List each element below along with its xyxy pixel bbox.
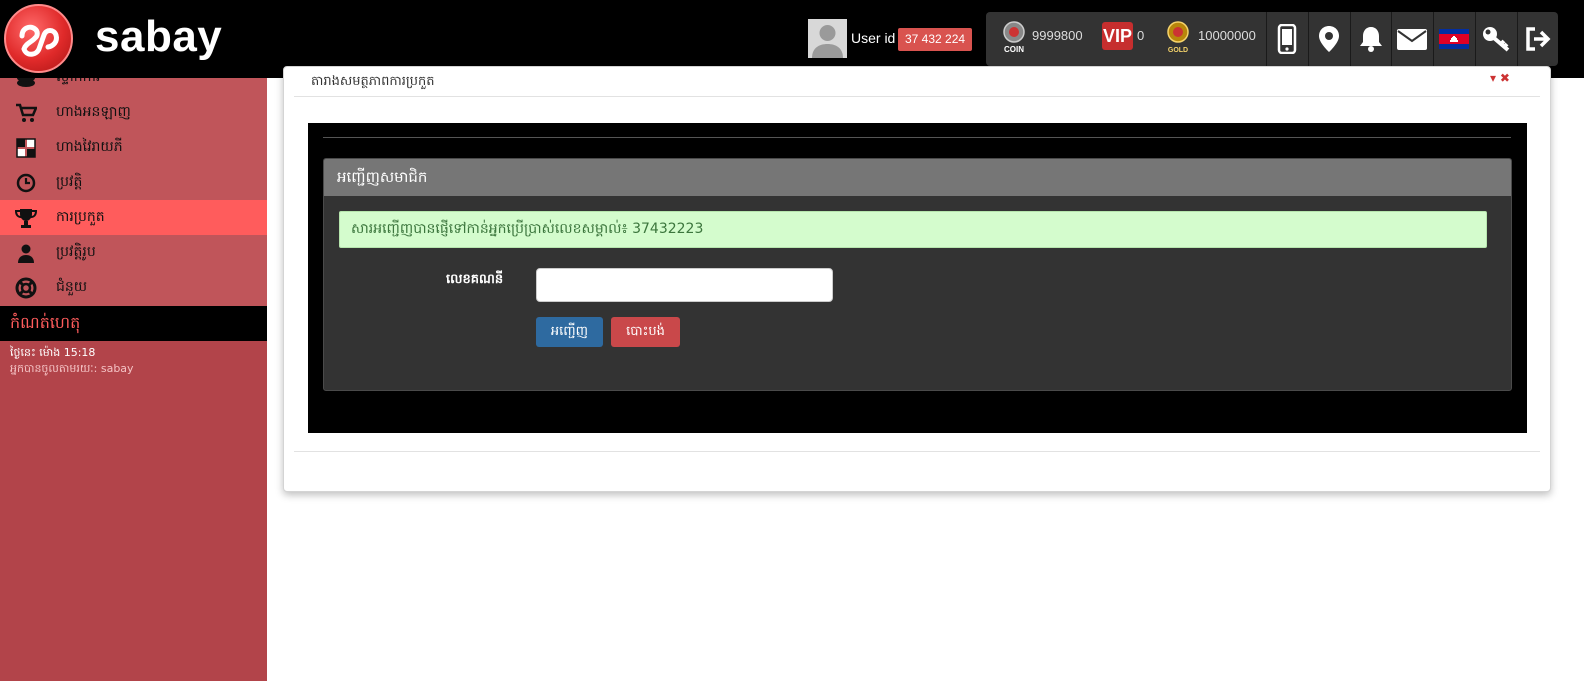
user-icon (14, 242, 38, 264)
sidebar: ស្ទាក់ការ ហាងអនឡាញ ហាងវៃរាយភី ប្រវត្តិ ក… (0, 0, 267, 681)
password-button[interactable] (1475, 12, 1516, 66)
sidebar-item-label: ប្រវត្តិ (56, 174, 83, 190)
sidebar-item-label: ហាងវៃរាយភី (56, 139, 123, 155)
note-time: ថ្ងៃនេះ ម៉ោង 15:18 (10, 346, 96, 359)
sidebar-item-label: ជំនួយ (56, 279, 88, 295)
avatar[interactable] (808, 19, 847, 58)
account-number-input[interactable] (536, 268, 833, 302)
cambodia-flag-icon (1439, 29, 1469, 49)
divider (323, 137, 1511, 138)
sidebar-item-shop[interactable]: ហាងវៃរាយភី (0, 130, 267, 165)
sidebar-item-tournament[interactable]: ការប្រកួត (0, 200, 267, 235)
brand-name[interactable]: sabay (95, 12, 222, 62)
map-marker-icon (1319, 26, 1339, 52)
invite-panel: អញ្ជើញសមាជិក សារអញ្ជើញបានផ្ញើទៅកាន់អ្នកប… (323, 158, 1512, 391)
coins-icon (14, 78, 38, 89)
gold-value: 10000000 (1198, 28, 1256, 43)
sidebar-item-profile[interactable]: ប្រវត្តិរូប (0, 235, 267, 270)
sidebar-item-label: ការប្រកួត (56, 209, 105, 225)
coin-icon: COIN (1003, 21, 1025, 54)
cancel-button[interactable]: បោះបង់ (611, 317, 680, 347)
card-collapse-icon[interactable]: ▾ ✖ (1490, 71, 1510, 85)
envelope-icon (1397, 29, 1427, 50)
sidebar-item-online-shop[interactable]: ហាងអនឡាញ (0, 95, 267, 130)
coin-value: 9999800 (1032, 28, 1083, 43)
grid-icon (14, 137, 38, 159)
note-text: អ្នកបានចូលតាមរយៈ: sabay (10, 362, 134, 375)
coin-label: COIN (1004, 45, 1024, 54)
sidebar-item-history[interactable]: ប្រវត្តិ (0, 165, 267, 200)
notes-title: កំណត់ហេតុ (0, 306, 267, 341)
user-id-badge: 37 432 224 (898, 28, 973, 51)
success-alert: សារអញ្ជើញបានផ្ញើទៅកាន់អ្នកប្រើប្រាស់លេខស… (339, 211, 1487, 248)
sabay-logo-icon[interactable] (4, 4, 73, 73)
wallet-bar: COIN 9999800 VIP 0 GOLD 10000000 (986, 12, 1558, 66)
vip-level[interactable]: VIP 0 (1100, 12, 1156, 66)
location-button[interactable] (1308, 12, 1349, 66)
sidebar-item-label: ប្រវត្តិរូប (56, 244, 96, 260)
vip-badge: VIP (1102, 22, 1133, 50)
user-id-label: User id (851, 30, 896, 46)
cart-icon (14, 102, 38, 124)
content-panel: អញ្ជើញសមាជិក សារអញ្ជើញបានផ្ញើទៅកាន់អ្នកប… (308, 123, 1527, 433)
sign-out-icon (1526, 27, 1551, 51)
vip-value: 0 (1137, 28, 1145, 43)
bell-icon (1360, 27, 1382, 52)
sidebar-item-label: ស្ទាក់ការ (56, 78, 100, 88)
trophy-icon (14, 207, 38, 229)
invite-button[interactable]: អញ្ជើញ (536, 317, 603, 347)
sidebar-item-help[interactable]: ជំនួយ (0, 270, 267, 305)
divider (294, 96, 1540, 97)
gold-label: GOLD (1168, 47, 1188, 54)
main-card: តារាងសមត្ថភាពការប្រកួត ▾ ✖ អញ្ជើញសមាជិក … (283, 66, 1551, 492)
clock-icon (14, 172, 38, 194)
gold-balance[interactable]: GOLD 10000000 (1164, 12, 1264, 66)
sidebar-item-coins[interactable]: ស្ទាក់ការ (0, 78, 267, 95)
key-icon (1483, 27, 1510, 52)
notifications-button[interactable] (1350, 12, 1391, 66)
logout-button[interactable] (1517, 12, 1558, 66)
divider (294, 451, 1540, 452)
messages-button[interactable] (1391, 12, 1432, 66)
sidebar-menu: ស្ទាក់ការ ហាងអនឡាញ ហាងវៃរាយភី ប្រវត្តិ ក… (0, 78, 267, 306)
mobile-button[interactable] (1266, 12, 1307, 66)
card-title: តារាងសមត្ថភាពការប្រកួត (311, 74, 435, 89)
sidebar-item-label: ហាងអនឡាញ (56, 104, 131, 120)
gold-icon: GOLD (1167, 21, 1189, 54)
coin-balance[interactable]: COIN 9999800 (998, 12, 1098, 66)
lifebuoy-icon (14, 277, 38, 299)
invite-panel-title: អញ្ជើញសមាជិក (324, 159, 1511, 196)
account-number-label: លេខគណនី (446, 272, 504, 287)
language-button[interactable] (1433, 12, 1474, 66)
mobile-icon (1277, 24, 1297, 54)
